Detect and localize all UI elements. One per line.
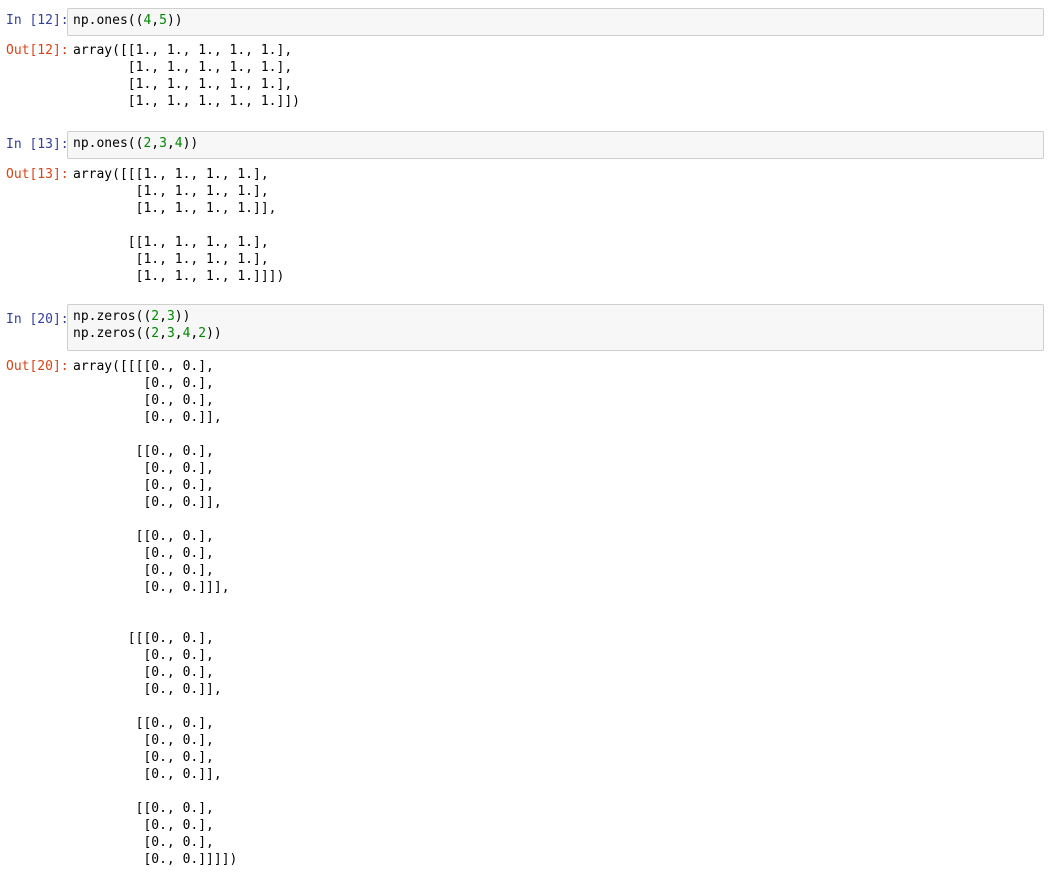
cell-output: array([[[[0., 0.], [0., 0.], [0., 0.], [… — [73, 358, 237, 868]
output-line: [0., 0.], — [73, 461, 214, 476]
number-literal: 4 — [174, 136, 183, 151]
code-token: )) — [174, 309, 191, 324]
jupyter-notebook: In [12]: np.ones((4,5)) Out[12]: array([… — [0, 0, 1062, 877]
number-literal: 3 — [166, 326, 175, 341]
output-line: [[0., 0.], — [73, 444, 214, 459]
output-line: [0., 0.], — [73, 376, 214, 391]
output-line: [0., 0.], — [73, 478, 214, 493]
code-token: )) — [166, 13, 183, 28]
output-line: [[1., 1., 1., 1.], — [73, 235, 269, 250]
output-line: [0., 0.]], — [73, 495, 222, 510]
output-line: [1., 1., 1., 1.], — [73, 184, 269, 199]
output-line: array([[[1., 1., 1., 1.], — [73, 167, 269, 182]
output-line: [[0., 0.], — [73, 801, 214, 816]
code-token: , — [151, 136, 160, 151]
code-token: , — [166, 136, 175, 151]
output-line: [1., 1., 1., 1.]]]) — [73, 269, 285, 284]
output-line: [1., 1., 1., 1., 1.]]) — [73, 94, 300, 109]
out-prompt: Out[20]: — [6, 359, 69, 374]
code-line: np.zeros((2,3,4,2)) — [73, 325, 1038, 342]
output-line: [0., 0.]]]]) — [73, 852, 238, 867]
output-line: [0., 0.], — [73, 393, 214, 408]
in-prompt: In [13]: — [6, 137, 69, 152]
code-input[interactable]: np.ones((4,5)) — [67, 8, 1044, 36]
in-prompt: In [20]: — [6, 312, 69, 327]
code-token: np.zeros(( — [73, 309, 152, 324]
cell-output: array([[[1., 1., 1., 1.], [1., 1., 1., 1… — [73, 166, 284, 285]
number-literal: 2 — [151, 309, 160, 324]
output-line: [0., 0.], — [73, 733, 214, 748]
code-line: np.zeros((2,3)) — [73, 308, 1038, 325]
code-token: , — [174, 326, 183, 341]
output-line: [[[0., 0.], — [73, 631, 214, 646]
output-line: [1., 1., 1., 1., 1.], — [73, 60, 293, 75]
cell-output: array([[1., 1., 1., 1., 1.], [1., 1., 1.… — [73, 42, 300, 110]
output-line: array([[1., 1., 1., 1., 1.], — [73, 43, 293, 58]
output-line: [0., 0.], — [73, 835, 214, 850]
code-token: np.ones(( — [73, 136, 144, 151]
output-line: [0., 0.]], — [73, 682, 222, 697]
number-literal: 2 — [151, 326, 160, 341]
output-line: [[0., 0.], — [73, 716, 214, 731]
output-line: [0., 0.], — [73, 818, 214, 833]
code-input[interactable]: np.zeros((2,3)) np.zeros((2,3,4,2)) — [67, 304, 1044, 351]
out-prompt: Out[12]: — [6, 43, 69, 58]
code-token: , — [159, 326, 167, 341]
output-line: [1., 1., 1., 1., 1.], — [73, 77, 293, 92]
output-line: [0., 0.], — [73, 546, 214, 561]
code-token: np.zeros(( — [73, 326, 152, 341]
number-literal: 3 — [159, 136, 167, 151]
code-line: np.ones((2,3,4)) — [73, 135, 1038, 152]
output-line: [0., 0.], — [73, 750, 214, 765]
number-literal: 5 — [159, 13, 167, 28]
output-line: array([[[[0., 0.], — [73, 359, 214, 374]
code-token: np.ones(( — [73, 13, 144, 28]
output-line: [0., 0.], — [73, 665, 214, 680]
out-prompt: Out[13]: — [6, 167, 69, 182]
code-token: , — [151, 13, 160, 28]
output-line: [0., 0.], — [73, 648, 214, 663]
code-token: , — [159, 309, 167, 324]
code-line: np.ones((4,5)) — [73, 12, 1038, 29]
output-line: [0., 0.]]], — [73, 580, 230, 595]
code-input[interactable]: np.ones((2,3,4)) — [67, 131, 1044, 159]
output-line: [[0., 0.], — [73, 529, 214, 544]
code-token: )) — [182, 136, 199, 151]
output-line: [1., 1., 1., 1.]], — [73, 201, 277, 216]
number-literal: 2 — [198, 326, 207, 341]
output-line: [0., 0.]], — [73, 767, 222, 782]
in-prompt: In [12]: — [6, 13, 69, 28]
code-token: )) — [206, 326, 222, 341]
output-line: [1., 1., 1., 1.], — [73, 252, 269, 267]
number-literal: 3 — [166, 309, 175, 324]
output-line: [0., 0.], — [73, 563, 214, 578]
output-line: [0., 0.]], — [73, 410, 222, 425]
